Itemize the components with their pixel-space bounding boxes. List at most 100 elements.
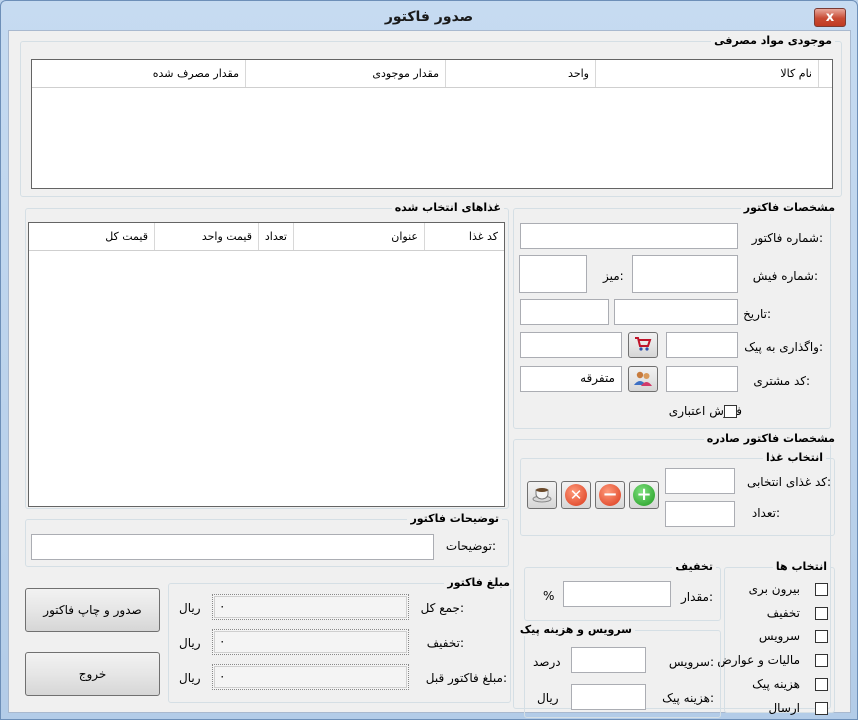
window-client: موجودی مواد مصرفی نام کالا واحد مقدار مو…: [8, 30, 851, 718]
customer-code-input[interactable]: [666, 366, 738, 392]
customer-code-label: کد مشتری:: [753, 374, 810, 388]
total-unit: ریال: [179, 601, 201, 615]
date-label: تاریخ:: [743, 307, 771, 321]
courier-fee-input[interactable]: [571, 684, 646, 710]
issued-invoice-group: مشخصات فاکتور صادره انتخاب غذا کد غذای ا…: [513, 432, 838, 718]
option-checkbox-discount[interactable]: [815, 607, 828, 620]
customer-lookup-button[interactable]: [628, 366, 658, 392]
date-input-1[interactable]: [614, 299, 738, 325]
close-button[interactable]: x: [814, 8, 846, 27]
invoice-window: صدور فاکتور x موجودی مواد مصرفی نام کالا…: [0, 0, 858, 720]
quantity-label: تعداد:: [751, 506, 780, 520]
inventory-legend: موجودی مواد مصرفی: [711, 34, 835, 47]
users-icon: [633, 370, 653, 389]
column-header-stock[interactable]: مقدار موجودی: [245, 60, 445, 87]
total-label: جمع کل:: [420, 601, 464, 615]
previous-invoice-label: مبلغ فاکتور قبل:: [425, 671, 507, 685]
table-number-input[interactable]: [519, 255, 587, 293]
option-checkbox-tax[interactable]: [815, 654, 828, 667]
option-checkbox-takeaway[interactable]: [815, 583, 828, 596]
date-input-2[interactable]: [520, 299, 609, 325]
tea-cup-icon: [532, 485, 552, 506]
notes-group: توضیحات فاکتور توضیحات:: [25, 512, 509, 567]
column-header-qty[interactable]: تعداد: [258, 223, 293, 250]
column-header-unit[interactable]: واحد: [445, 60, 595, 87]
notes-legend: توضیحات فاکتور: [407, 512, 502, 525]
remove-food-button[interactable]: −: [595, 481, 625, 509]
notes-label: توضیحات:: [445, 539, 496, 553]
invoice-number-input[interactable]: [520, 223, 738, 249]
issued-invoice-legend: مشخصات فاکتور صادره: [703, 432, 838, 445]
option-checkbox-courier-fee[interactable]: [815, 678, 828, 691]
courier-fee-unit: ریال: [537, 691, 559, 705]
discount-unit: ریال: [179, 636, 201, 650]
selected-foods-grid[interactable]: کد غذا عنوان تعداد قیمت واحد قیمت کل: [28, 222, 505, 507]
exit-button[interactable]: خروج: [25, 652, 160, 696]
previous-invoice-field[interactable]: ۰: [212, 664, 409, 690]
cart-icon: [634, 336, 652, 355]
issue-and-print-button[interactable]: صدور و چاپ فاکتور: [25, 588, 160, 632]
option-label-courier-fee: هزینه پیک: [752, 677, 800, 691]
customer-name-input[interactable]: متفرقه: [520, 366, 622, 392]
receipt-number-input[interactable]: [632, 255, 738, 293]
column-header-consumed[interactable]: مقدار مصرف شده: [32, 60, 245, 87]
service-unit: درصد: [533, 655, 561, 669]
option-label-discount: تخفیف: [766, 606, 800, 620]
courier-label: واگذاری به پیک:: [744, 340, 823, 354]
foods-grid-header: کد غذا عنوان تعداد قیمت واحد قیمت کل: [29, 223, 504, 251]
invoice-amount-legend: مبلغ فاکتور: [444, 576, 513, 589]
add-food-button[interactable]: +: [629, 481, 659, 509]
amount-discount-field[interactable]: ۰: [212, 629, 409, 655]
food-select-legend: انتخاب غذا: [763, 451, 826, 464]
plus-icon: +: [633, 484, 655, 506]
discount-amount-input[interactable]: [563, 581, 671, 607]
column-header-food-code[interactable]: کد غذا: [424, 223, 504, 250]
option-label-delivery: ارسال: [768, 701, 800, 715]
option-checkbox-service[interactable]: [815, 630, 828, 643]
food-select-group: انتخاب غذا کد غذای انتخابی: تعداد: + − ✕: [520, 451, 835, 536]
receipt-number-label: شماره فیش:: [752, 269, 818, 283]
option-label-tax: مالیات و عوارض: [717, 653, 800, 667]
selected-food-code-label: کد غذای انتخابی:: [746, 475, 831, 489]
column-header-total-price[interactable]: قیمت کل: [29, 223, 154, 250]
courier-input[interactable]: [666, 332, 738, 358]
inventory-grid[interactable]: نام کالا واحد مقدار موجودی مقدار مصرف شد…: [31, 59, 833, 189]
courier-cart-button[interactable]: [628, 332, 658, 358]
clear-food-button[interactable]: ✕: [561, 481, 591, 509]
discount-amount-label: مقدار:: [681, 590, 713, 604]
inventory-grid-header: نام کالا واحد مقدار موجودی مقدار مصرف شد…: [32, 60, 832, 88]
inventory-group: موجودی مواد مصرفی نام کالا واحد مقدار مو…: [20, 34, 842, 197]
credit-sale-checkbox[interactable]: [724, 405, 737, 418]
discount-group: تخفیف مقدار: %: [524, 560, 721, 621]
service-courier-legend: سرویس و هزینه پیک: [516, 623, 635, 636]
quantity-input[interactable]: [665, 501, 735, 527]
courier-fee-label: هزینه پیک:: [662, 691, 714, 705]
minus-icon: −: [599, 484, 621, 506]
service-input[interactable]: [571, 647, 646, 673]
invoice-number-label: شماره فاکتور:: [751, 231, 823, 245]
selected-foods-legend: غذاهای انتخاب شده: [391, 201, 504, 214]
amount-discount-label: تخفیف:: [426, 636, 464, 650]
total-field[interactable]: ۰: [212, 594, 409, 620]
options-group: انتخاب ها بیرون بری تخفیف سرویس مالیات و…: [717, 560, 835, 715]
option-checkbox-delivery[interactable]: [815, 702, 828, 715]
option-label-takeaway: بیرون بری: [748, 582, 800, 596]
column-header-item-name[interactable]: نام کالا: [595, 60, 818, 87]
close-circle-icon: ✕: [565, 484, 587, 506]
selected-food-code-input[interactable]: [665, 468, 735, 494]
previous-invoice-unit: ریال: [179, 671, 201, 685]
column-header-unit-price[interactable]: قیمت واحد: [154, 223, 258, 250]
notes-input[interactable]: [31, 534, 434, 560]
service-label: سرویس:: [668, 655, 714, 669]
window-title: صدور فاکتور: [384, 9, 474, 25]
invoice-spec-legend: مشخصات فاکتور: [740, 201, 838, 214]
discount-legend: تخفیف: [672, 560, 716, 573]
service-courier-group: سرویس و هزینه پیک سرویس: درصد هزینه پیک:…: [516, 623, 721, 718]
invoice-amount-group: مبلغ فاکتور جمع کل: ۰ ریال تخفیف: ۰ ریال…: [168, 576, 513, 703]
column-header-title[interactable]: عنوان: [293, 223, 424, 250]
courier-name-input[interactable]: [520, 332, 622, 358]
percent-sign: %: [543, 589, 555, 603]
meal-button[interactable]: [527, 481, 557, 509]
options-legend: انتخاب ها: [772, 560, 830, 573]
option-label-service: سرویس: [758, 629, 800, 643]
